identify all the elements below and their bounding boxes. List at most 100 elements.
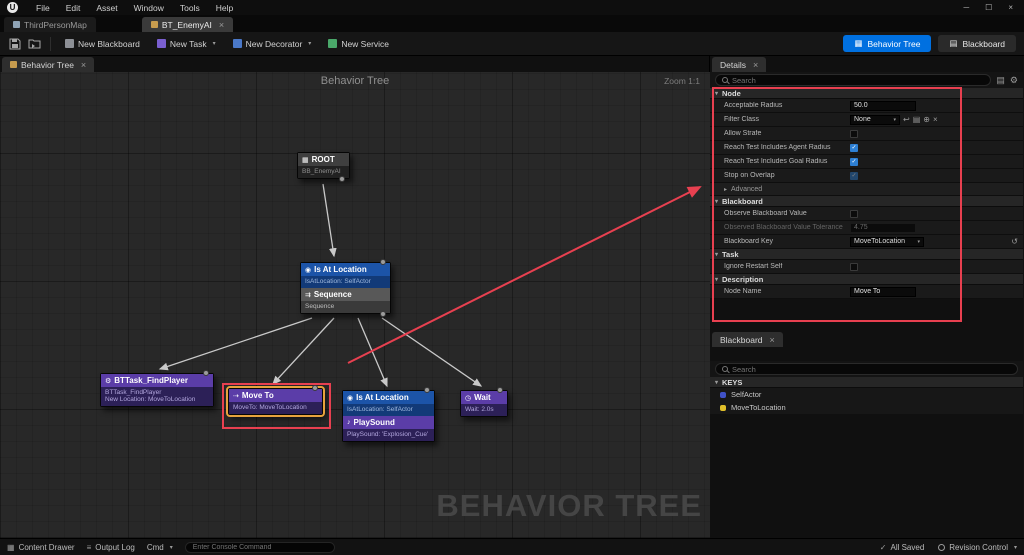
blackboard-key-value: MoveToLocation [854,238,905,245]
reach-agent-radius-checkbox[interactable]: ✓ [850,143,858,152]
menu-window[interactable]: Window [126,3,172,13]
details-section-node[interactable]: ▾ Node [710,88,1023,99]
map-asset-icon [13,21,20,28]
tab-bt-enemyai[interactable]: BT_EnemyAI × [141,17,234,32]
node-move-to[interactable]: ⇢ Move To MoveTo: MoveToLocation [226,385,325,417]
stop-on-overlap-checkbox[interactable]: ✓ [850,171,858,180]
reset-to-default-icon[interactable]: ↺ [1011,237,1018,246]
ignore-restart-self-checkbox[interactable] [850,262,858,271]
close-tab-icon[interactable]: × [219,20,224,30]
graph-pane: Behavior Tree × Behavior Tree Zoom 1:1 B… [0,56,710,538]
section-label: Blackboard [722,196,763,206]
node-body: BTTask_FindPlayer New Location: MoveToLo… [101,387,213,406]
graph-canvas[interactable]: Behavior Tree Zoom 1:1 BEHAVIOR TREE ▦ R… [0,72,710,538]
menu-asset[interactable]: Asset [88,3,125,13]
node-subtitle: BTTask_FindPlayer [105,389,162,396]
new-blackboard-label: New Blackboard [78,38,140,49]
tab-thirdpersonmap[interactable]: ThirdPersonMap [4,17,96,32]
menu-tools[interactable]: Tools [172,3,208,13]
details-panel-tab[interactable]: Details × [712,57,767,72]
row-advanced[interactable]: ▸ Advanced [710,183,1023,196]
status-bar: ▦ Content Drawer ≡ Output Log Cmd ▾ ✓ Al… [0,538,1024,555]
keys-section-header[interactable]: ▾ KEYS [710,377,1023,388]
close-icon[interactable]: × [1008,3,1013,12]
blackboard-key-dropdown[interactable]: MoveToLocation ▾ [850,236,924,247]
output-pin[interactable] [380,311,386,317]
right-panel: Details × ▤ ⚙ ▾ Node Acceptable Radius [710,56,1023,538]
allow-strafe-checkbox[interactable] [850,129,858,138]
all-saved-indicator[interactable]: ✓ All Saved [880,543,925,552]
node-wait[interactable]: ◷ Wait Wait: 2.0s [460,387,508,417]
new-decorator-button[interactable]: New Decorator ▾ [226,37,319,51]
acceptable-radius-input[interactable] [850,100,916,111]
tab-label: BT_EnemyAI [161,19,212,30]
new-blackboard-button[interactable]: New Blackboard [58,37,147,51]
details-tab-strip: Details × [710,56,1023,72]
row-reach-agent-radius: Reach Test Includes Agent Radius ✓ [710,141,1023,155]
blackboard-search-input[interactable] [732,364,1011,374]
close-tab-icon[interactable]: × [753,60,758,70]
node-bttask-findplayer[interactable]: ⚙ BTTask_FindPlayer BTTask_FindPlayer Ne… [100,370,214,407]
clear-icon[interactable]: × [933,115,938,124]
blackboard-mode-button[interactable]: ▤ Blackboard [938,35,1016,52]
new-service-button[interactable]: New Service [321,37,396,51]
menu-bar: U File Edit Asset Window Tools Help ─ ☐ … [0,0,1024,15]
collapsed-arrow-icon: ▸ [724,186,728,193]
save-icon[interactable] [6,35,23,52]
menu-edit[interactable]: Edit [58,3,89,13]
behavior-tree-panel-tab[interactable]: Behavior Tree × [2,57,95,72]
unreal-logo-icon[interactable]: U [7,2,18,13]
menu-help[interactable]: Help [208,3,241,13]
add-icon[interactable]: ⊕ [923,115,930,124]
behavior-tree-mode-button[interactable]: ▦ Behavior Tree [843,35,932,52]
task-gear-icon: ⚙ [105,377,112,385]
details-section-description[interactable]: ▾ Description [710,274,1023,285]
new-task-button[interactable]: New Task ▾ [150,37,223,51]
filter-class-dropdown[interactable]: None ▾ [850,114,900,125]
chevron-down-icon: ▾ [1013,544,1017,551]
browse-icon[interactable]: ▤ [913,115,921,124]
details-section-task[interactable]: ▾ Task [710,249,1023,260]
blackboard-key-movetolocation[interactable]: MoveToLocation [710,401,1023,414]
settings-gear-icon[interactable]: ⚙ [1010,75,1018,86]
new-decorator-label: New Decorator [245,38,303,49]
node-name-input[interactable] [850,286,916,297]
console-command-input[interactable] [184,541,335,553]
details-section-blackboard[interactable]: ▾ Blackboard [710,196,1023,207]
close-tab-icon[interactable]: × [81,60,86,70]
cmd-dropdown[interactable]: Cmd ▾ [147,543,173,552]
reach-goal-radius-checkbox[interactable]: ✓ [850,157,858,166]
input-pin[interactable] [312,385,318,391]
zoom-level: Zoom 1:1 [664,76,700,86]
minimize-icon[interactable]: ─ [963,3,969,12]
output-pin[interactable] [339,176,345,182]
display-options-icon[interactable]: ▤ [996,75,1005,86]
output-log-button[interactable]: ≡ Output Log [87,543,135,552]
input-pin[interactable] [203,370,209,376]
observe-blackboard-value-checkbox[interactable] [850,209,858,218]
row-node-name: Node Name [710,285,1023,299]
decorator-subtitle: IsAtLocation: SelfActor [301,276,390,288]
close-tab-icon[interactable]: × [770,335,775,345]
key-name: SelfActor [731,390,762,399]
browse-to-asset-icon[interactable] [26,35,43,52]
details-search-box[interactable] [715,74,992,86]
node-playsound-composite[interactable]: ◉ Is At Location IsAtLocation: SelfActor… [342,387,435,442]
row-observe-blackboard-value: Observe Blackboard Value [710,207,1023,221]
blackboard-key-selfactor[interactable]: SelfActor [710,388,1023,401]
decorator-icon [232,39,242,48]
menu-file[interactable]: File [28,3,58,13]
details-search-input[interactable] [732,75,985,85]
use-selected-icon[interactable]: ↩ [903,115,910,124]
keys-header-label: KEYS [722,377,743,387]
node-sequence-composite[interactable]: ◉ Is At Location IsAtLocation: SelfActor… [300,259,391,317]
node-root[interactable]: ▦ ROOT BB_EnemyAI [297,152,350,182]
revision-control-button[interactable]: Revision Control ▾ [938,543,1017,552]
blackboard-search-box[interactable] [715,363,1018,375]
input-pin[interactable] [497,387,503,393]
input-pin[interactable] [424,387,430,393]
blackboard-panel-tab[interactable]: Blackboard × [712,332,783,347]
input-pin[interactable] [380,259,386,265]
maximize-icon[interactable]: ☐ [985,3,992,12]
content-drawer-button[interactable]: ▦ Content Drawer [7,543,75,552]
